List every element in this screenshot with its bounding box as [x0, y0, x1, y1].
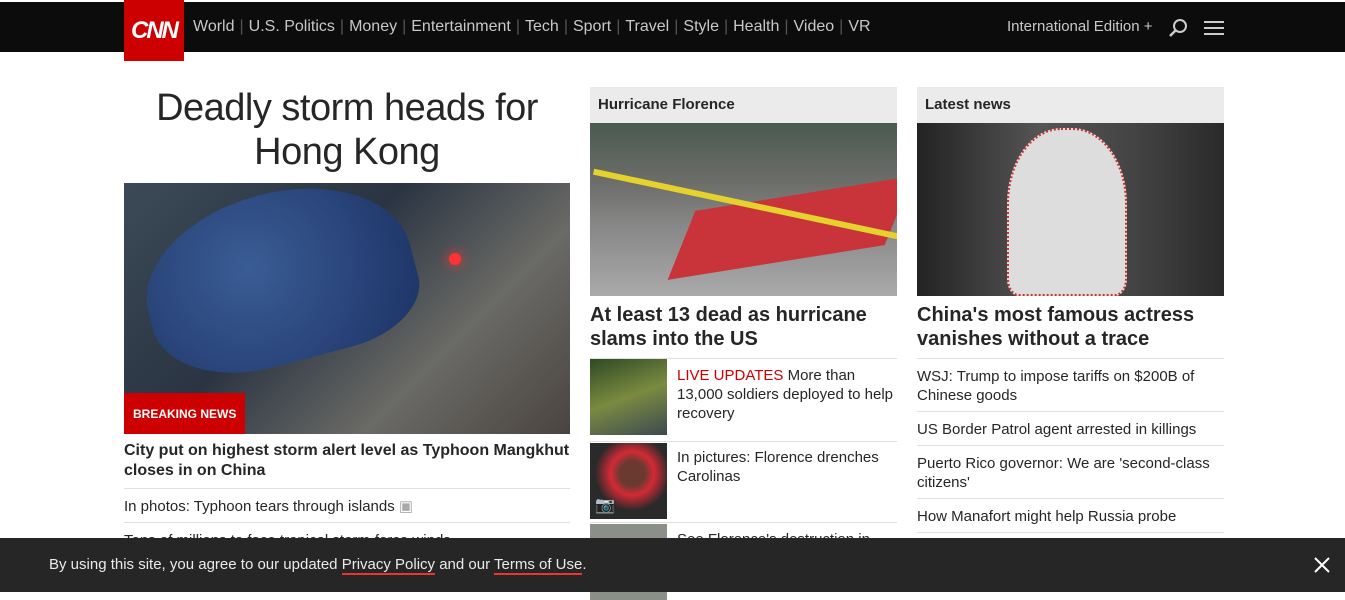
nav-vr[interactable]: VR	[848, 18, 870, 36]
lead-headline[interactable]: Deadly storm heads for Hong Kong	[124, 86, 570, 174]
florence-title[interactable]: At least 13 dead as hurricane slams into…	[590, 303, 897, 351]
story-link[interactable]: How Manafort might help Russia probe	[917, 498, 1224, 533]
nav-us-politics[interactable]: U.S. Politics	[249, 18, 335, 36]
breaking-news-badge: BREAKING NEWS	[124, 393, 246, 434]
camera-icon: ▣	[398, 498, 414, 515]
cookie-prefix: By using this site, you agree to our upd…	[49, 556, 342, 573]
nav-travel[interactable]: Travel	[625, 18, 669, 36]
latest-image[interactable]	[917, 123, 1224, 296]
story-link-text[interactable]: In photos: Typhoon tears through islands	[124, 498, 395, 515]
live-updates-label: LIVE UPDATES	[677, 367, 784, 384]
story-link[interactable]: WSJ: Trump to impose tariffs on $200B of…	[917, 358, 1224, 411]
cookie-banner: By using this site, you agree to our upd…	[0, 538, 1345, 592]
story-link[interactable]: Puerto Rico governor: We are 'second-cla…	[917, 445, 1224, 498]
live-updates-link[interactable]: LIVE UPDATES More than 13,000 soldiers d…	[677, 366, 899, 423]
nav-world[interactable]: World	[193, 18, 235, 36]
hamburger-menu-icon[interactable]	[1204, 21, 1224, 35]
nav-health[interactable]: Health	[733, 18, 779, 36]
nav-money[interactable]: Money	[349, 18, 397, 36]
story-link[interactable]: In pictures: Florence drenches Carolinas	[677, 448, 899, 486]
cnn-logo[interactable]: CNN	[124, 0, 184, 61]
thumbnail[interactable]	[590, 359, 667, 435]
florence-image[interactable]	[590, 123, 897, 296]
top-nav-bar: World | U.S. Politics | Money | Entertainme…	[0, 0, 1345, 52]
cookie-suffix: .	[582, 556, 587, 573]
main-nav: World | U.S. Politics | Money | Entertainme…	[193, 18, 871, 36]
edition-selector[interactable]: International Edition +	[1007, 18, 1153, 35]
hero-title[interactable]: City put on highest storm alert level as…	[124, 441, 570, 481]
thumbnail[interactable]: 📷	[590, 443, 667, 519]
nav-sport[interactable]: Sport	[573, 18, 611, 36]
search-icon[interactable]	[1168, 18, 1188, 38]
story-link[interactable]: US Border Patrol agent arrested in killi…	[917, 411, 1224, 445]
cookie-text: By using this site, you agree to our upd…	[49, 556, 587, 575]
section-header-florence[interactable]: Hurricane Florence	[590, 87, 897, 123]
close-icon[interactable]	[1312, 555, 1332, 575]
hero-image[interactable]: BREAKING NEWS	[124, 183, 570, 434]
story-link[interactable]: In photos: Typhoon tears through islands…	[124, 488, 570, 522]
nav-entertainment[interactable]: Entertainment	[411, 18, 511, 36]
section-header-latest[interactable]: Latest news	[917, 87, 1224, 123]
cookie-mid: and our	[435, 556, 494, 573]
privacy-policy-link[interactable]: Privacy Policy	[341, 556, 436, 575]
latest-title[interactable]: China's most famous actress vanishes wit…	[917, 303, 1224, 351]
camera-icon: 📷	[595, 497, 615, 514]
umbrella-shape	[126, 183, 432, 396]
nav-video[interactable]: Video	[794, 18, 835, 36]
nav-style[interactable]: Style	[683, 18, 719, 36]
terms-of-use-link[interactable]: Terms of Use	[494, 556, 583, 575]
nav-tech[interactable]: Tech	[525, 18, 559, 36]
